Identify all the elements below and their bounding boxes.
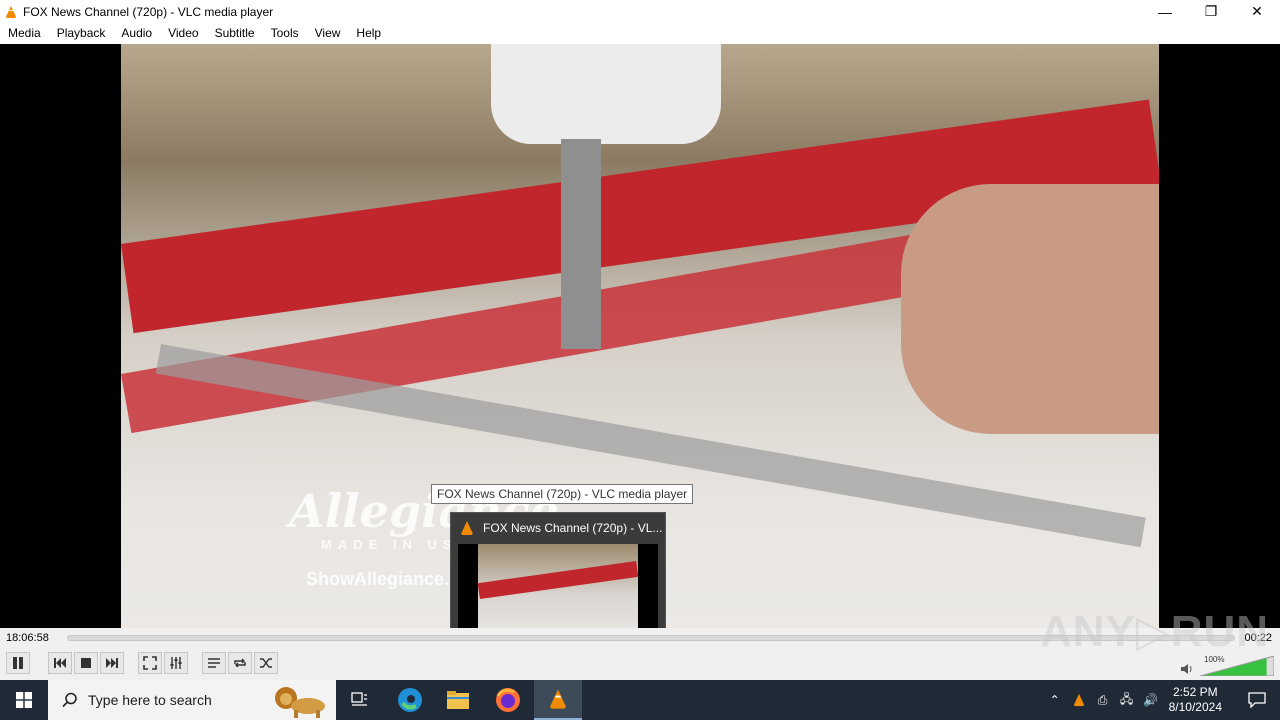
restore-button[interactable]: ❐ xyxy=(1188,0,1234,23)
pause-icon xyxy=(13,657,23,669)
system-tray: ⌃ ⎙ 🖧 🔊 2:52 PM 8/10/2024 xyxy=(1043,680,1280,720)
playlist-button[interactable] xyxy=(202,652,226,674)
notification-icon[interactable] xyxy=(1234,692,1280,708)
menu-media[interactable]: Media xyxy=(0,23,49,44)
search-box[interactable]: Type here to search xyxy=(48,680,336,720)
pause-button[interactable] xyxy=(6,652,30,674)
menu-subtitle[interactable]: Subtitle xyxy=(207,23,263,44)
speaker-icon xyxy=(1181,664,1192,674)
skip-back-icon xyxy=(54,658,66,668)
skip-forward-icon xyxy=(106,658,118,668)
firefox-icon xyxy=(496,688,520,712)
clock-date: 8/10/2024 xyxy=(1168,700,1222,714)
taskbar-tooltip: FOX News Channel (720p) - VLC media play… xyxy=(431,484,694,504)
menu-audio[interactable]: Audio xyxy=(113,23,160,44)
needle-bar xyxy=(561,139,601,349)
vlc-icon xyxy=(461,521,473,535)
next-button[interactable] xyxy=(100,652,124,674)
window-title: FOX News Channel (720p) - VLC media play… xyxy=(23,4,274,19)
anyrun-watermark: ANY▷RUN xyxy=(1040,607,1270,656)
volume-slider[interactable] xyxy=(1200,656,1274,676)
menu-view[interactable]: View xyxy=(307,23,349,44)
task-view-button[interactable] xyxy=(336,680,384,720)
taskbar: Type here to search ⌃ ⎙ 🖧 🔊 2:52 PM 8/10… xyxy=(0,680,1280,720)
folder-icon xyxy=(447,691,469,709)
stop-button[interactable] xyxy=(74,652,98,674)
network-icon[interactable]: 🖧 xyxy=(1115,690,1139,711)
thumbnail-title: FOX News Channel (720p) - VL... xyxy=(483,521,663,535)
clock[interactable]: 2:52 PM 8/10/2024 xyxy=(1169,685,1222,715)
vlc-tray-icon[interactable] xyxy=(1067,693,1091,707)
lion-illustration-icon xyxy=(275,687,325,718)
search-icon xyxy=(62,692,77,708)
thumbnail-image[interactable] xyxy=(458,544,658,635)
playlist-icon xyxy=(208,658,220,668)
menu-help[interactable]: Help xyxy=(348,23,389,44)
menu-playback[interactable]: Playback xyxy=(49,23,114,44)
task-view-icon xyxy=(351,692,367,706)
loop-button[interactable] xyxy=(228,652,252,674)
menu-tools[interactable]: Tools xyxy=(263,23,307,44)
windows-icon xyxy=(16,692,32,708)
fullscreen-icon xyxy=(143,656,157,670)
clock-time: 2:52 PM xyxy=(1172,685,1218,699)
chevron-up-icon[interactable]: ⌃ xyxy=(1043,693,1067,707)
minimize-button[interactable]: — xyxy=(1142,0,1188,23)
elapsed-time: 18:06:58 xyxy=(6,632,49,644)
sewing-machine xyxy=(491,44,721,144)
shuffle-icon xyxy=(260,658,272,668)
taskbar-file-explorer[interactable] xyxy=(434,680,482,720)
taskbar-firefox[interactable] xyxy=(484,680,532,720)
volume-tray-icon[interactable]: 🔊 xyxy=(1139,693,1163,707)
equalizer-icon xyxy=(170,657,182,669)
vlc-icon xyxy=(549,689,567,709)
start-button[interactable] xyxy=(0,680,48,720)
taskbar-vlc[interactable] xyxy=(534,680,582,720)
fullscreen-button[interactable] xyxy=(138,652,162,674)
edge-icon xyxy=(398,688,422,712)
stop-icon xyxy=(81,658,91,668)
menu-bar: Media Playback Audio Video Subtitle Tool… xyxy=(0,23,1280,44)
loop-icon xyxy=(234,658,246,668)
title-bar: FOX News Channel (720p) - VLC media play… xyxy=(0,0,1280,23)
taskbar-edge[interactable] xyxy=(386,680,434,720)
hand xyxy=(901,184,1159,434)
device-icon[interactable]: ⎙ xyxy=(1091,693,1115,708)
search-placeholder: Type here to search xyxy=(88,692,212,708)
menu-video[interactable]: Video xyxy=(160,23,206,44)
vlc-icon xyxy=(5,5,17,18)
close-button[interactable]: ✕ xyxy=(1234,0,1280,23)
extended-settings-button[interactable] xyxy=(164,652,188,674)
shuffle-button[interactable] xyxy=(254,652,278,674)
previous-button[interactable] xyxy=(48,652,72,674)
